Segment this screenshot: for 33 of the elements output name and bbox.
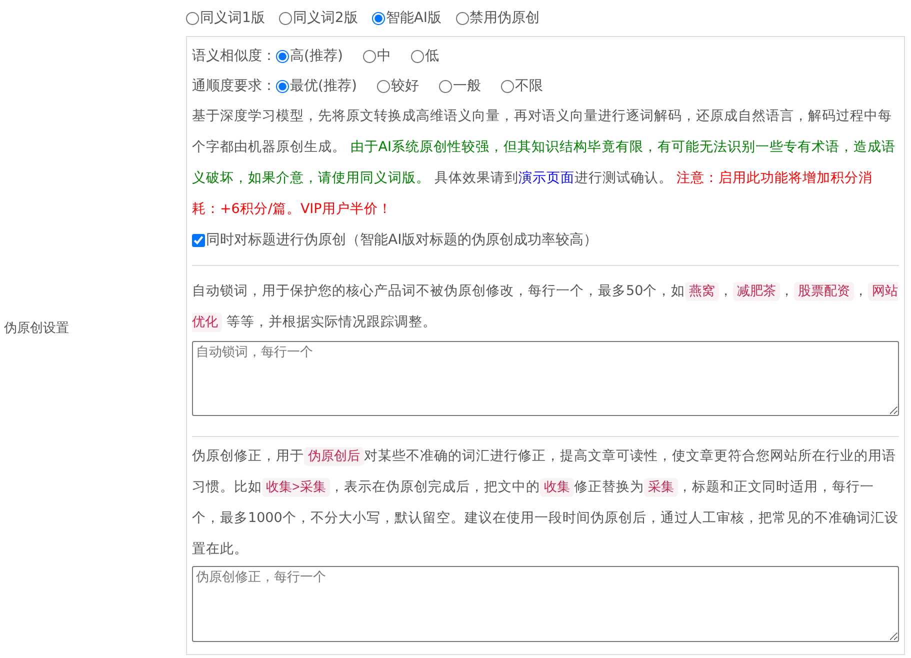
radio-button[interactable] <box>410 50 424 62</box>
corrections-description: 伪原创修正，用于 伪原创后 对某些不准确的词汇进行修正，提高文章可读性，使文章更符合您网站所在行业的用语习惯。比如 收集>采集 ，表示在伪原创完成后，把文中的 收集 修正替换为 采集 ，标题和正文同时适用，每行一个，最多1000个，不分大小写，默认留空。建议在使用一段时间伪原创后，通过人工审核，把常见的不准确词汇设置在此。 <box>192 446 899 559</box>
radio-label: 中 <box>376 46 391 66</box>
radio-button[interactable] <box>276 80 289 92</box>
checkbox-label: 同时对标题进行伪原创（智能AI版对标题的伪原创成功率较高） <box>206 230 598 250</box>
radio-label: 不限 <box>514 76 543 96</box>
radio-button[interactable] <box>362 50 376 62</box>
demo-page-link[interactable]: 演示页面 <box>518 170 574 186</box>
radio-label: 同义词1版 <box>200 8 265 28</box>
radio-label: 同义词2版 <box>292 8 358 28</box>
radio-label: 低 <box>424 46 439 66</box>
field-label: 语义相似度： <box>192 46 276 66</box>
radio-button[interactable] <box>438 80 452 92</box>
radio-button[interactable] <box>500 80 514 92</box>
radio-label: 一般 <box>452 76 481 96</box>
radio-button[interactable] <box>276 50 289 62</box>
radio-label: 智能AI版 <box>386 8 442 28</box>
lock-words-description: 自动锁词，用于保护您的核心产品词不被伪原创修改，每行一个，最多50个，如 燕窝 ， 减肥茶 ， 股票配资 ， 网站优化 等等，并根据实际情况跟踪调整。 <box>192 281 899 334</box>
radio-button[interactable] <box>376 80 390 92</box>
radio-label: 最优(推荐) <box>290 76 357 96</box>
field-label: 通顺度要求： <box>192 76 276 96</box>
radio-label: 禁用伪原创 <box>470 8 540 28</box>
corrections-input[interactable]: 伪原创修正，每行一个 <box>192 566 899 642</box>
radio-button[interactable] <box>186 12 199 24</box>
radio-label: 较好 <box>390 76 419 96</box>
checkbox[interactable] <box>192 234 205 246</box>
radio-button[interactable] <box>456 12 469 24</box>
radio-label: 高(推荐) <box>290 46 343 66</box>
settings-label: 伪原创设置 <box>4 320 69 338</box>
lock-words-input[interactable]: 自动锁词，每行一个 <box>192 341 899 416</box>
radio-button[interactable] <box>372 12 385 24</box>
ai-description: 基于深度学习模型，先将原文转换成高维语义向量，再对语义向量进行逐词解码，还原成自然语言，解码过程中每个字都由机器原创生成。 由于AI系统原创性较强，但其知识结构毕竟有限，有可能无法识别一些专有术语，造成语义破坏，如果介意，请使用同义词版。 具体效果请到演示页面进行测试确认。 注意：启用此功能将增加积分消耗：+6积分/篇。VIP用户半价！ <box>192 107 897 219</box>
radio-button[interactable] <box>278 12 292 24</box>
